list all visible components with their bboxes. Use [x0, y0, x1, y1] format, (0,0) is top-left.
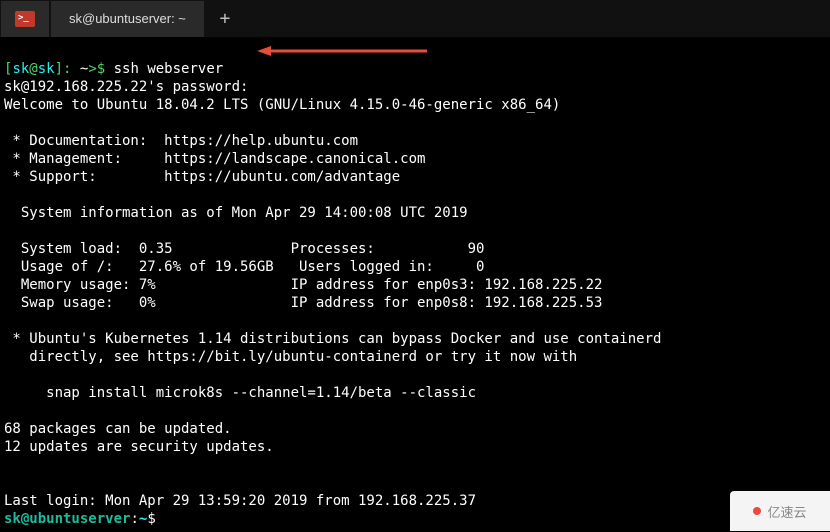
terminal-output[interactable]: [sk@sk]: ~>$ ssh webserver sk@192.168.22…: [0, 38, 830, 532]
updates-line2: 12 updates are security updates.: [4, 439, 274, 455]
motd-snap: snap install microk8s --channel=1.14/bet…: [4, 385, 476, 401]
password-prompt: sk@192.168.225.22's password:: [4, 79, 248, 95]
sysinfo-swap: Swap usage: 0% IP address for enp0s8: 19…: [4, 295, 602, 311]
tab-bar: sk@ubuntuserver: ~ +: [0, 0, 830, 38]
app-icon-box: [1, 1, 49, 37]
sysinfo-load: System load: 0.35 Processes: 90: [4, 241, 484, 257]
prompt-close: ]:: [55, 61, 72, 77]
prompt-at: @: [29, 61, 37, 77]
command-text: ssh webserver: [114, 61, 224, 77]
updates-line1: 68 packages can be updated.: [4, 421, 232, 437]
motd-k8s2: directly, see https://bit.ly/ubuntu-cont…: [4, 349, 577, 365]
watermark-text: 亿速云: [767, 502, 806, 521]
motd-support: * Support: https://ubuntu.com/advantage: [4, 169, 400, 185]
terminal-icon: [15, 11, 35, 27]
new-tab-button[interactable]: +: [206, 1, 244, 37]
sysinfo-usage: Usage of /: 27.6% of 19.56GB Users logge…: [4, 259, 484, 275]
watermark-dot-icon: [753, 507, 761, 515]
tab-terminal[interactable]: sk@ubuntuserver: ~: [51, 1, 204, 37]
watermark: 亿速云: [730, 491, 830, 531]
motd-mgmt: * Management: https://landscape.canonica…: [4, 151, 425, 167]
sysinfo-mem: Memory usage: 7% IP address for enp0s3: …: [4, 277, 602, 293]
last-login: Last login: Mon Apr 29 13:59:20 2019 fro…: [4, 493, 476, 509]
prompt2-colon: :: [130, 511, 138, 527]
prompt-arrow: >$: [88, 61, 113, 77]
prompt-path: ~: [71, 61, 88, 77]
prompt-user: sk: [12, 61, 29, 77]
welcome-line: Welcome to Ubuntu 18.04.2 LTS (GNU/Linux…: [4, 97, 560, 113]
motd-doc: * Documentation: https://help.ubuntu.com: [4, 133, 358, 149]
prompt2-userhost: sk@ubuntuserver: [4, 511, 130, 527]
sysinfo-header: System information as of Mon Apr 29 14:0…: [4, 205, 468, 221]
prompt-host: sk: [38, 61, 55, 77]
prompt2-dollar: $: [147, 511, 155, 527]
motd-k8s1: * Ubuntu's Kubernetes 1.14 distributions…: [4, 331, 661, 347]
